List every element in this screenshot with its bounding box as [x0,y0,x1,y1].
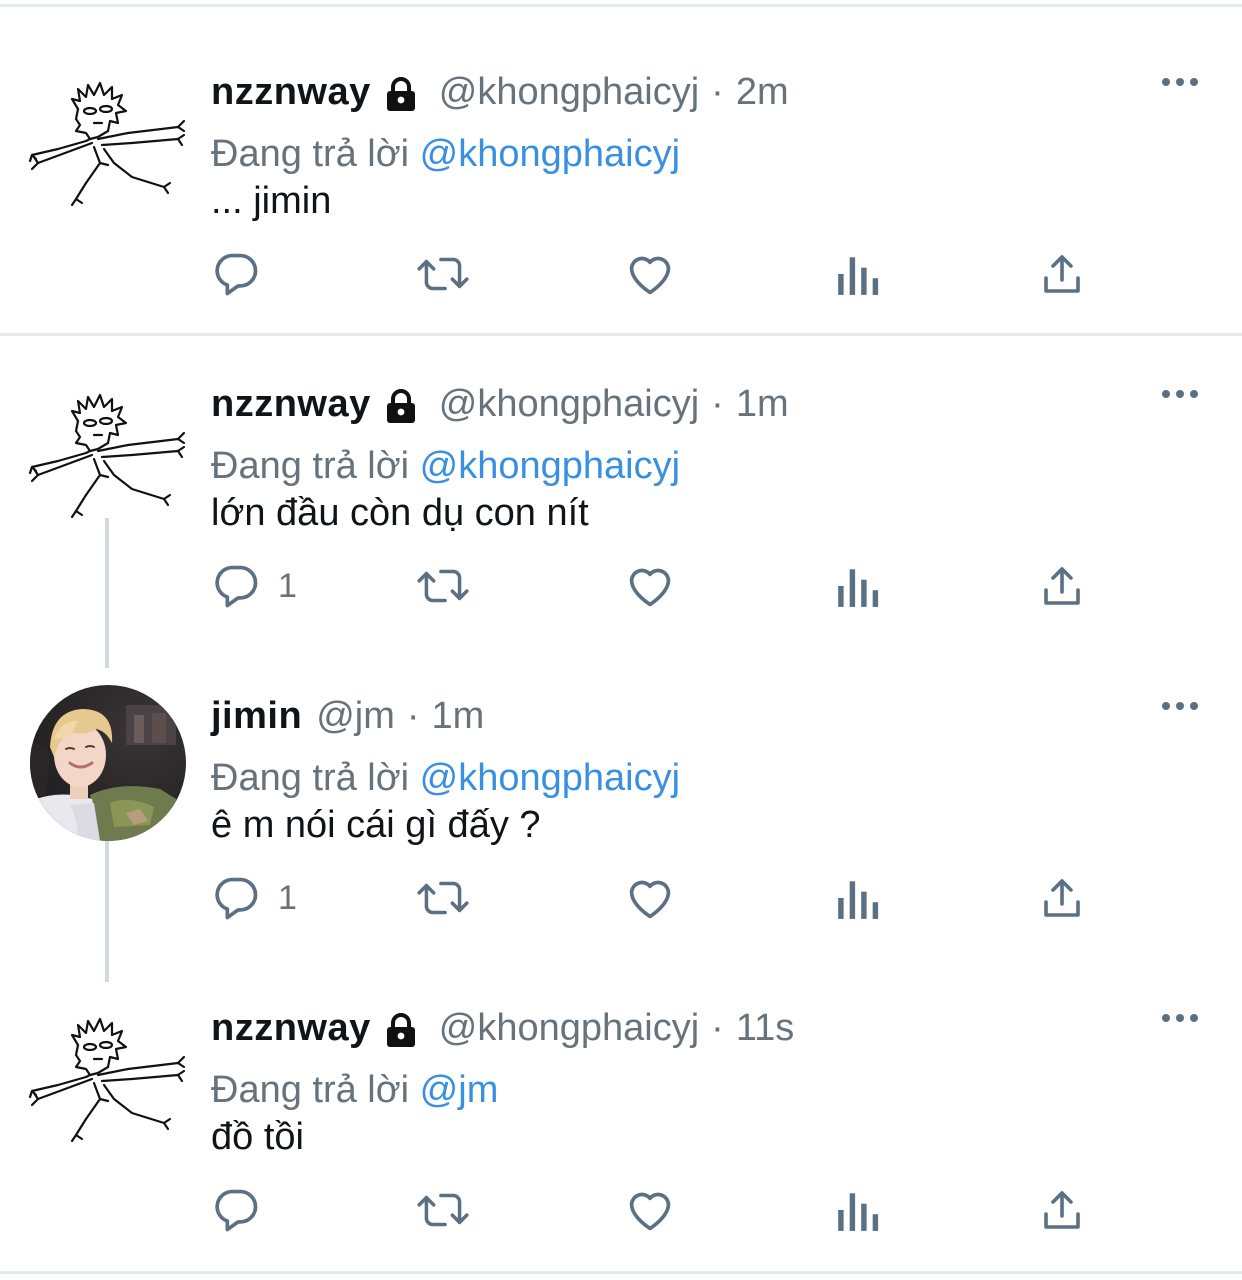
views-icon [834,560,880,612]
reply-count: 1 [278,878,297,917]
mention-link[interactable]: @khongphaicyj [420,133,680,175]
share-icon [1038,1184,1086,1236]
reply-icon [210,248,262,300]
tweet-text: lớn đầu còn dụ con nít [211,492,589,534]
handle[interactable]: @khongphaicyj [439,374,699,434]
like-button[interactable] [624,868,676,928]
separator-dot: · [711,1007,724,1049]
more-icon[interactable] [1158,60,1202,104]
avatar-doodle[interactable] [28,371,188,531]
action-bar: 1 [210,556,1110,616]
timestamp[interactable]: 11s [736,998,794,1058]
action-bar [210,1180,1110,1240]
like-icon [624,872,676,924]
retweet-icon [414,560,472,612]
retweet-button[interactable] [414,1180,472,1240]
tweet[interactable]: jimin @jm · 1m Đang trả lời @khongphaicy… [0,648,1242,960]
timestamp[interactable]: 1m [736,374,789,434]
share-icon [1038,248,1086,300]
reply-button[interactable] [210,1180,278,1240]
views-icon [834,1184,880,1236]
tweet-text: ê m nói cái gì đấy ? [211,804,541,846]
retweet-icon [414,1184,472,1236]
handle[interactable]: @jm [316,686,395,746]
views-icon [834,872,880,924]
mention-link[interactable]: @jm [420,1069,499,1111]
tweet-header: nzznway @khongphaicyj · 1m [211,374,789,434]
more-icon[interactable] [1158,996,1202,1040]
share-icon [1038,872,1086,924]
like-button[interactable] [624,556,676,616]
handle[interactable]: @khongphaicyj [439,62,699,122]
reply-count: 1 [278,566,297,605]
share-button[interactable] [1038,1180,1086,1240]
like-button[interactable] [624,1180,676,1240]
display-name[interactable]: nzznway [211,374,371,434]
tweet-text: đồ tồi [211,1116,304,1158]
more-icon[interactable] [1158,684,1202,728]
views-button[interactable] [834,1180,880,1240]
reply-icon [210,1184,262,1236]
avatar-doodle[interactable] [28,995,188,1155]
tweet-header: jimin @jm · 1m [211,686,484,746]
avatar-photo[interactable] [30,685,186,841]
display-name[interactable]: jimin [211,686,302,746]
retweet-button[interactable] [414,556,472,616]
like-icon [624,248,676,300]
retweet-icon [414,248,472,300]
reply-icon [210,872,262,924]
display-name[interactable]: nzznway [211,998,371,1058]
tweet[interactable]: nzznway @khongphaicyj · 2m Đang trả lời … [0,24,1242,336]
separator-dot: · [711,71,724,113]
lock-icon [381,1008,421,1048]
tweet-header: nzznway @khongphaicyj · 11s [211,998,794,1058]
separator-dot: · [711,383,724,425]
share-button[interactable] [1038,244,1086,304]
like-button[interactable] [624,244,676,304]
views-button[interactable] [834,556,880,616]
timestamp[interactable]: 2m [736,62,789,122]
avatar-doodle[interactable] [28,59,188,219]
share-button[interactable] [1038,868,1086,928]
tweet-header: nzznway @khongphaicyj · 2m [211,62,789,122]
action-bar: 1 [210,868,1110,928]
separator-dot: · [406,695,420,737]
timestamp[interactable]: 1m [432,686,485,746]
lock-icon [381,72,421,112]
share-icon [1038,560,1086,612]
reply-icon [210,560,262,612]
reply-button[interactable]: 1 [210,556,297,616]
like-icon [624,560,676,612]
tweet[interactable]: nzznway @khongphaicyj · 1m Đang trả lời … [0,336,1242,648]
like-icon [624,1184,676,1236]
share-button[interactable] [1038,556,1086,616]
lock-icon [381,384,421,424]
views-button[interactable] [834,868,880,928]
views-icon [834,248,880,300]
action-bar [210,244,1110,304]
tweet[interactable]: nzznway @khongphaicyj · 11s Đang trả lời… [0,960,1242,1272]
retweet-icon [414,872,472,924]
reply-button[interactable] [210,244,278,304]
handle[interactable]: @khongphaicyj [439,998,699,1058]
views-button[interactable] [834,244,880,304]
bottom-divider [0,1271,1242,1274]
reply-button[interactable]: 1 [210,868,297,928]
retweet-button[interactable] [414,868,472,928]
top-divider [0,4,1242,7]
more-icon[interactable] [1158,372,1202,416]
tweet-text: ... jimin [211,180,332,222]
display-name[interactable]: nzznway [211,62,371,122]
retweet-button[interactable] [414,244,472,304]
